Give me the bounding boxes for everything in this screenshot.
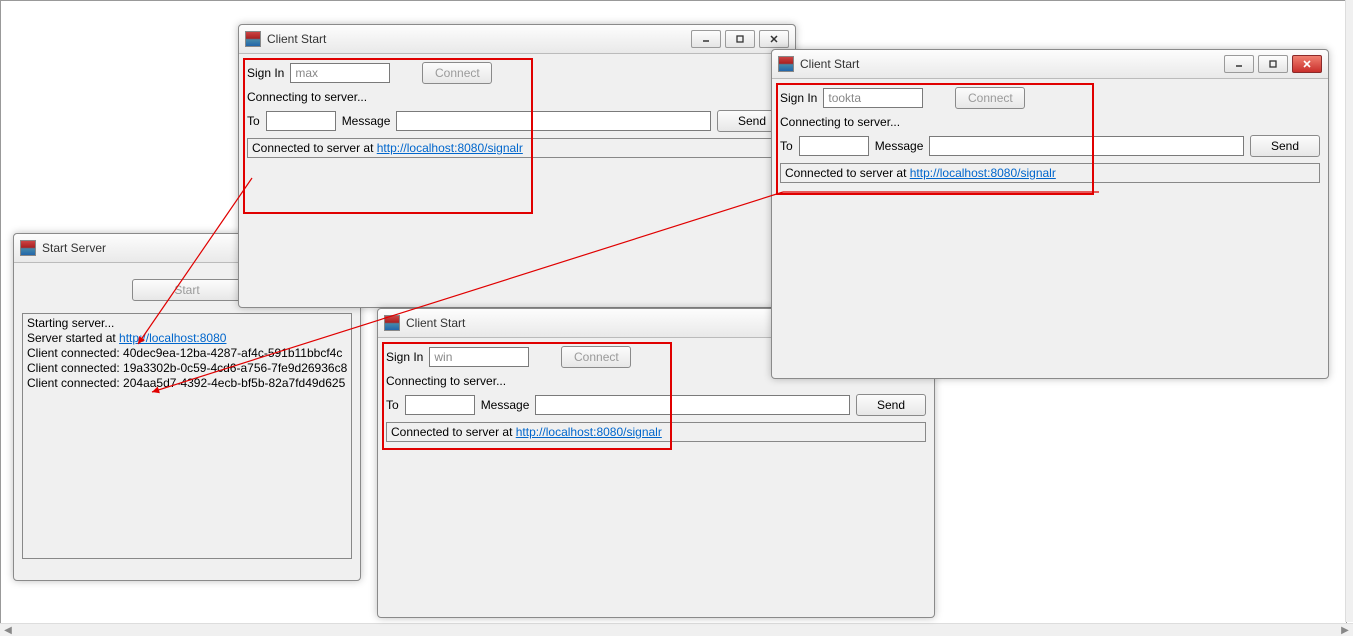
- maximize-button[interactable]: [725, 30, 755, 48]
- signalr-url-link[interactable]: http://localhost:8080/signalr: [910, 166, 1056, 180]
- connecting-status: Connecting to server...: [780, 115, 900, 129]
- connecting-status: Connecting to server...: [386, 374, 506, 388]
- to-input[interactable]: [799, 136, 869, 156]
- log-line: Client connected: 19a3302b-0c59-4cd6-a75…: [27, 361, 347, 376]
- signin-input[interactable]: [290, 63, 390, 83]
- minimize-button[interactable]: [691, 30, 721, 48]
- connect-button[interactable]: Connect: [422, 62, 492, 84]
- message-label: Message: [875, 139, 924, 153]
- connection-status: Connected to server at http://localhost:…: [386, 422, 926, 442]
- titlebar[interactable]: Client Start: [239, 25, 795, 54]
- connecting-status: Connecting to server...: [247, 90, 367, 104]
- signalr-url-link[interactable]: http://localhost:8080/signalr: [377, 141, 523, 155]
- to-input[interactable]: [405, 395, 475, 415]
- window-title: Client Start: [800, 57, 1224, 71]
- connection-status: Connected to server at http://localhost:…: [247, 138, 787, 158]
- message-input[interactable]: [535, 395, 850, 415]
- scroll-left-icon[interactable]: ◀: [0, 624, 16, 636]
- app-icon: [20, 240, 36, 256]
- client-window-tookta: Client Start Sign In Connect Connecting …: [771, 49, 1329, 379]
- log-line: Server started at http://localhost:8080: [27, 331, 347, 346]
- horizontal-scrollbar[interactable]: ◀ ▶: [0, 623, 1353, 636]
- server-log: Starting server... Server started at htt…: [22, 313, 352, 559]
- server-url-link[interactable]: http://localhost:8080: [119, 331, 226, 345]
- signin-label: Sign In: [247, 66, 284, 80]
- scroll-right-icon[interactable]: ▶: [1337, 624, 1353, 636]
- connection-status: Connected to server at http://localhost:…: [780, 163, 1320, 183]
- app-icon: [245, 31, 261, 47]
- message-input[interactable]: [396, 111, 711, 131]
- connect-button[interactable]: Connect: [561, 346, 631, 368]
- close-button[interactable]: [759, 30, 789, 48]
- log-line: Client connected: 204aa5d7-4392-4ecb-bf5…: [27, 376, 347, 391]
- log-line: Starting server...: [27, 316, 347, 331]
- to-label: To: [386, 398, 399, 412]
- signin-label: Sign In: [386, 350, 423, 364]
- window-title: Client Start: [267, 32, 691, 46]
- send-button[interactable]: Send: [856, 394, 926, 416]
- close-button[interactable]: [1292, 55, 1322, 73]
- minimize-button[interactable]: [1224, 55, 1254, 73]
- client-window-max: Client Start Sign In Connect Connecting …: [238, 24, 796, 308]
- app-icon: [384, 315, 400, 331]
- maximize-button[interactable]: [1258, 55, 1288, 73]
- signin-input[interactable]: [429, 347, 529, 367]
- send-button[interactable]: Send: [1250, 135, 1320, 157]
- signin-label: Sign In: [780, 91, 817, 105]
- start-button[interactable]: Start: [132, 279, 242, 301]
- connect-button[interactable]: Connect: [955, 87, 1025, 109]
- to-input[interactable]: [266, 111, 336, 131]
- signin-input[interactable]: [823, 88, 923, 108]
- titlebar[interactable]: Client Start: [772, 50, 1328, 79]
- app-icon: [778, 56, 794, 72]
- signalr-url-link[interactable]: http://localhost:8080/signalr: [516, 425, 662, 439]
- message-label: Message: [342, 114, 391, 128]
- to-label: To: [780, 139, 793, 153]
- message-label: Message: [481, 398, 530, 412]
- log-line: Client connected: 40dec9ea-12ba-4287-af4…: [27, 346, 347, 361]
- to-label: To: [247, 114, 260, 128]
- message-input[interactable]: [929, 136, 1244, 156]
- vertical-scrollbar[interactable]: [1345, 0, 1353, 622]
